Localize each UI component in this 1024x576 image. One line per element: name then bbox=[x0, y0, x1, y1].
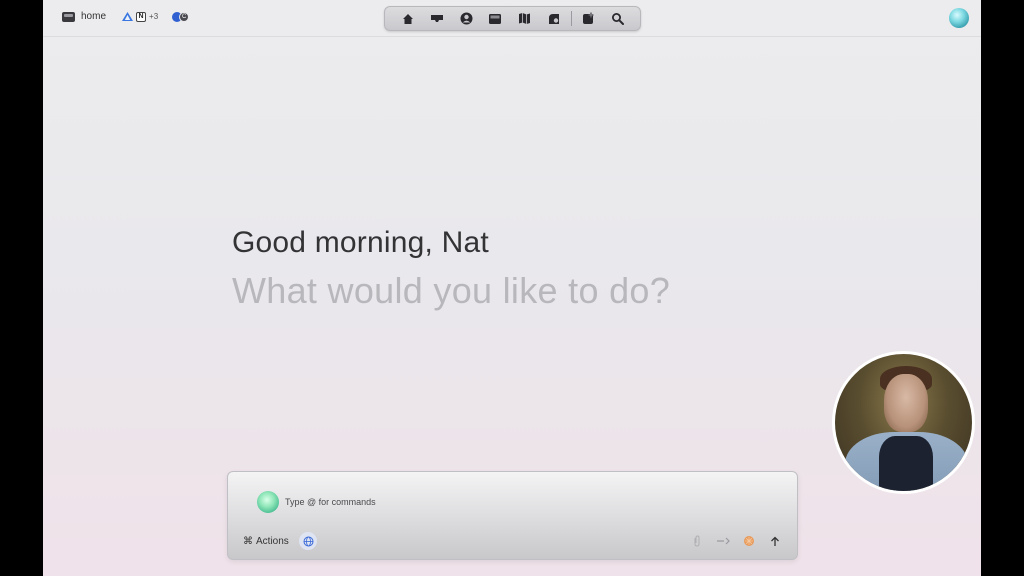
arrow-up-icon bbox=[771, 536, 779, 546]
actions-label: Actions bbox=[256, 536, 289, 547]
link-icon bbox=[717, 537, 730, 545]
notion-icon: N bbox=[136, 11, 147, 22]
main-toolbar bbox=[384, 6, 641, 31]
apps-extra-count: +3 bbox=[149, 12, 159, 21]
shape-icon bbox=[548, 13, 559, 24]
command-input[interactable] bbox=[285, 495, 735, 509]
shape-button[interactable] bbox=[539, 6, 568, 31]
profile-button[interactable] bbox=[452, 6, 481, 31]
toolbar-divider bbox=[570, 11, 572, 26]
connected-apps[interactable]: N +3 bbox=[122, 11, 159, 22]
workspace-label: home bbox=[81, 11, 107, 22]
search-button[interactable] bbox=[603, 6, 632, 31]
mode-toggle[interactable]: C bbox=[172, 11, 190, 22]
link-button[interactable] bbox=[715, 534, 731, 548]
search-icon bbox=[611, 13, 624, 25]
webcam-face bbox=[884, 374, 928, 432]
profile-icon bbox=[460, 12, 473, 25]
webcam-shirt bbox=[879, 436, 933, 491]
send-button[interactable] bbox=[767, 534, 783, 548]
assistant-orb-icon[interactable] bbox=[949, 8, 969, 28]
webcam-overlay bbox=[832, 351, 975, 494]
new-window-icon bbox=[582, 12, 594, 24]
composer-right-tools bbox=[689, 534, 783, 548]
greeting-heading: Good morning, Nat bbox=[232, 226, 489, 259]
workspace-icon bbox=[62, 11, 75, 22]
top-bar: home N +3 C bbox=[43, 0, 981, 37]
home-button[interactable] bbox=[393, 6, 422, 31]
new-window-button[interactable] bbox=[573, 6, 602, 31]
map-icon bbox=[519, 13, 531, 24]
attach-icon bbox=[694, 535, 700, 547]
app-window: home N +3 C Good morning, Nat What would… bbox=[43, 0, 981, 576]
attach-button[interactable] bbox=[689, 534, 705, 548]
prompt-subheading: What would you like to do? bbox=[232, 270, 671, 311]
archive-icon bbox=[489, 13, 502, 24]
archive-button[interactable] bbox=[481, 6, 510, 31]
actions-button[interactable]: ⌘ Actions bbox=[243, 536, 289, 547]
drive-icon bbox=[122, 11, 134, 22]
workspace-switcher[interactable]: home N +3 C bbox=[62, 11, 190, 22]
sparkle-icon bbox=[744, 536, 754, 546]
model-picker-button[interactable] bbox=[741, 534, 757, 548]
composer-orb-icon bbox=[257, 491, 279, 513]
map-button[interactable] bbox=[510, 6, 539, 31]
globe-icon bbox=[303, 536, 313, 546]
command-composer: ⌘ Actions bbox=[227, 471, 798, 560]
home-icon bbox=[402, 13, 413, 24]
toggle-c-icon: C bbox=[179, 11, 190, 22]
command-key-icon: ⌘ bbox=[243, 536, 253, 547]
inbox-icon bbox=[430, 14, 443, 22]
web-search-toggle[interactable] bbox=[299, 532, 317, 550]
inbox-button[interactable] bbox=[422, 6, 451, 31]
